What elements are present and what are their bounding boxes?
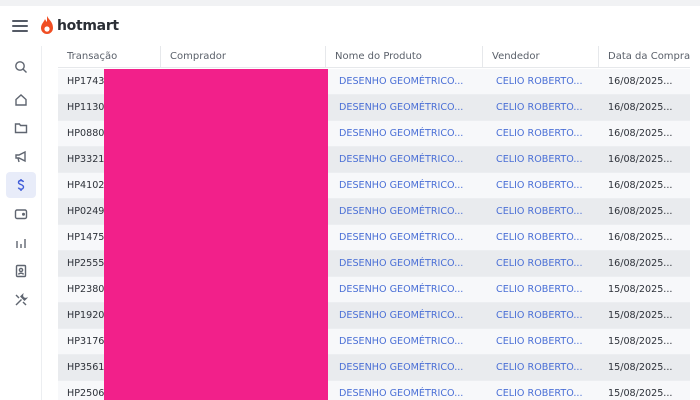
seller-name-link[interactable]: CELIO ROBERTO... <box>487 251 598 277</box>
purchase-date: 16/08/2025... <box>608 154 673 165</box>
seller-name-link[interactable]: CELIO ROBERTO... <box>487 69 598 95</box>
transaction-id[interactable]: HP08806 <box>58 121 104 147</box>
seller-name-link[interactable]: CELIO ROBERTO... <box>487 277 598 303</box>
product-name-link[interactable]: DESENHO GEOMÉTRICO... <box>330 95 482 121</box>
product-name-link[interactable]: DESENHO GEOMÉTRICO... <box>330 121 482 147</box>
product-name-link[interactable]: DESENHO GEOMÉTRICO... <box>330 69 482 95</box>
purchase-date: 15/08/2025... <box>608 284 673 295</box>
transaction-id[interactable]: HP17435 <box>58 69 104 95</box>
seller-name-link[interactable]: CELIO ROBERTO... <box>487 225 598 251</box>
transaction-id[interactable]: HP02496 <box>58 199 104 225</box>
transaction-id[interactable]: HP41028 <box>58 173 104 199</box>
transaction-id[interactable]: HP14756 <box>58 225 104 251</box>
product-name-link[interactable]: DESENHO GEOMÉTRICO... <box>330 329 482 355</box>
sidebar <box>0 46 42 400</box>
logo-text: hotmart <box>57 18 119 34</box>
purchase-date: 16/08/2025... <box>608 180 673 191</box>
hotmart-logo[interactable]: hotmart <box>40 15 119 37</box>
megaphone-icon[interactable] <box>6 144 36 170</box>
product-name-link[interactable]: DESENHO GEOMÉTRICO... <box>330 173 482 199</box>
seller-name-link[interactable]: CELIO ROBERTO... <box>487 147 598 173</box>
app-header: hotmart <box>0 6 700 46</box>
purchase-date: 15/08/2025... <box>608 362 673 373</box>
transaction-id[interactable]: HP35617 <box>58 355 104 381</box>
transaction-id[interactable]: HP25550 <box>58 251 104 277</box>
table-header: Transação Comprador Nome do Produto Vend… <box>58 46 700 68</box>
transactions-table: Transação Comprador Nome do Produto Vend… <box>58 46 700 400</box>
product-name-link[interactable]: DESENHO GEOMÉTRICO... <box>330 277 482 303</box>
seller-name-link[interactable]: CELIO ROBERTO... <box>487 199 598 225</box>
menu-icon[interactable] <box>12 20 28 32</box>
column-header-vendedor[interactable]: Vendedor <box>482 46 598 68</box>
product-name-link[interactable]: DESENHO GEOMÉTRICO... <box>330 381 482 400</box>
column-header-data[interactable]: Data da Compra <box>598 46 700 68</box>
product-name-link[interactable]: DESENHO GEOMÉTRICO... <box>330 147 482 173</box>
purchase-date: 15/08/2025... <box>608 388 673 399</box>
column-header-comprador[interactable]: Comprador <box>160 46 325 68</box>
column-header-produto[interactable]: Nome do Produto <box>325 46 482 68</box>
transaction-id[interactable]: HP19204 <box>58 303 104 329</box>
transaction-id[interactable]: HP31765 <box>58 329 104 355</box>
purchase-date: 16/08/2025... <box>608 76 673 87</box>
seller-name-link[interactable]: CELIO ROBERTO... <box>487 173 598 199</box>
analytics-icon[interactable] <box>6 230 36 256</box>
folder-icon[interactable] <box>6 115 36 141</box>
flame-logo-icon <box>41 16 53 34</box>
purchase-date: 16/08/2025... <box>608 206 673 217</box>
transaction-id[interactable]: HP33217 <box>58 147 104 173</box>
product-name-link[interactable]: DESENHO GEOMÉTRICO... <box>330 225 482 251</box>
redacted-buyer-column <box>104 69 328 400</box>
product-name-link[interactable]: DESENHO GEOMÉTRICO... <box>330 199 482 225</box>
purchase-date: 15/08/2025... <box>608 310 673 321</box>
sales-icon[interactable] <box>6 172 36 198</box>
product-name-link[interactable]: DESENHO GEOMÉTRICO... <box>330 303 482 329</box>
purchase-date: 16/08/2025... <box>608 128 673 139</box>
transaction-id[interactable]: HP11302 <box>58 95 104 121</box>
seller-name-link[interactable]: CELIO ROBERTO... <box>487 121 598 147</box>
product-name-link[interactable]: DESENHO GEOMÉTRICO... <box>330 355 482 381</box>
purchase-date: 16/08/2025... <box>608 102 673 113</box>
seller-name-link[interactable]: CELIO ROBERTO... <box>487 355 598 381</box>
transaction-id[interactable]: HP23803 <box>58 277 104 303</box>
transaction-id[interactable]: HP25067 <box>58 381 104 400</box>
column-header-transacao[interactable]: Transação <box>58 46 160 68</box>
purchase-date: 15/08/2025... <box>608 336 673 347</box>
seller-name-link[interactable]: CELIO ROBERTO... <box>487 329 598 355</box>
product-name-link[interactable]: DESENHO GEOMÉTRICO... <box>330 251 482 277</box>
seller-name-link[interactable]: CELIO ROBERTO... <box>487 381 598 400</box>
seller-name-link[interactable]: CELIO ROBERTO... <box>487 303 598 329</box>
purchase-date: 16/08/2025... <box>608 232 673 243</box>
table-right-edge <box>690 46 700 400</box>
purchase-date: 16/08/2025... <box>608 258 673 269</box>
wallet-icon[interactable] <box>6 201 36 227</box>
seller-name-link[interactable]: CELIO ROBERTO... <box>487 95 598 121</box>
home-icon[interactable] <box>6 87 36 113</box>
contacts-icon[interactable] <box>6 258 36 284</box>
search-icon[interactable] <box>6 54 36 80</box>
tools-icon[interactable] <box>6 287 36 313</box>
